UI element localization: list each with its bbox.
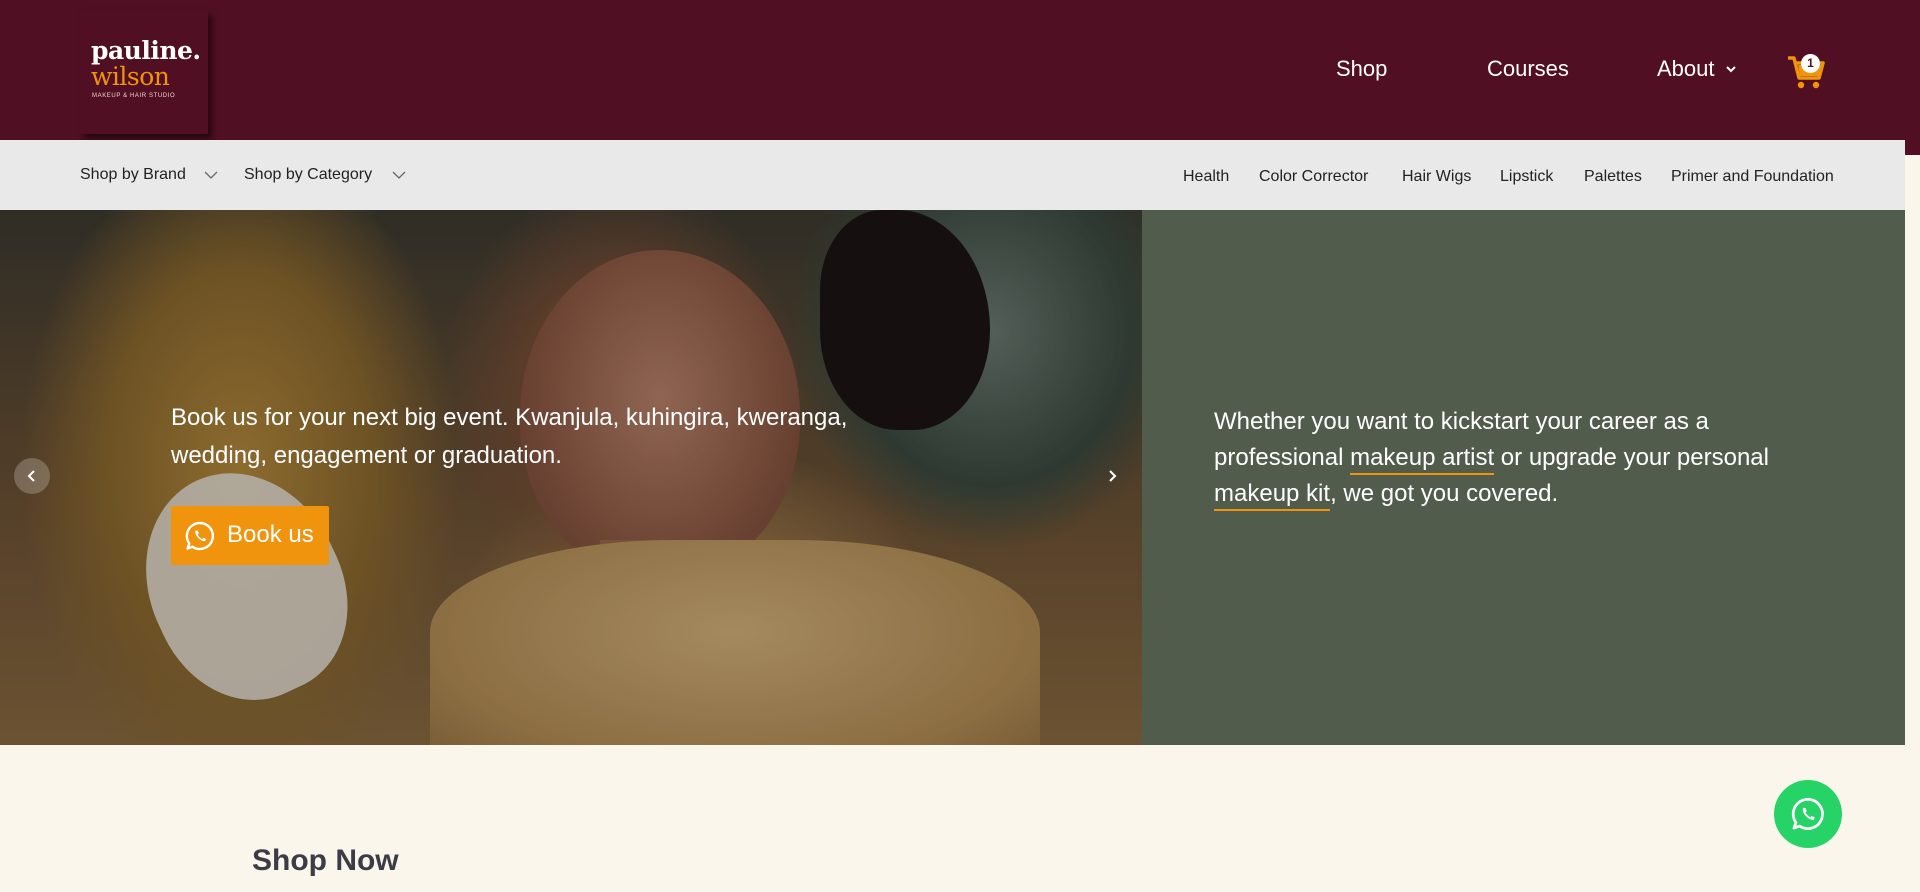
whatsapp-chat-button[interactable]	[1774, 780, 1842, 848]
sub-navigation: Shop by Brand Shop by Category Health Co…	[0, 140, 1905, 210]
logo-line2: wilson	[91, 62, 170, 91]
shop-by-category-dropdown[interactable]: Shop by Category	[244, 166, 372, 184]
tagline-text-middle: or upgrade your personal	[1494, 444, 1769, 471]
chevron-left-icon	[27, 470, 35, 482]
hero-carousel: Book us for your next big event. Kwanjul…	[0, 210, 1142, 745]
makeup-kit-link[interactable]: makeup kit	[1214, 480, 1331, 511]
category-link-primer-foundation[interactable]: Primer and Foundation	[1671, 168, 1834, 186]
makeup-artist-link[interactable]: makeup artist	[1350, 444, 1495, 475]
chevron-down-icon[interactable]	[203, 170, 219, 180]
hero-overlay	[0, 210, 1142, 745]
shop-by-brand-dropdown[interactable]: Shop by Brand	[80, 166, 186, 184]
courses-promo-panel: Whether you want to kickstart your caree…	[1142, 210, 1905, 745]
book-us-label: Book us	[227, 521, 314, 548]
chevron-right-icon	[1109, 470, 1117, 482]
hero-slide-text: Book us for your next big event. Kwanjul…	[171, 404, 848, 469]
cart-count-badge: 1	[1801, 54, 1820, 73]
nav-courses[interactable]: Courses	[1487, 56, 1569, 82]
nav-shop[interactable]: Shop	[1336, 56, 1387, 82]
nav-about[interactable]: About	[1657, 56, 1715, 82]
chevron-down-icon[interactable]	[391, 170, 407, 180]
book-us-button[interactable]: Book us	[171, 506, 329, 565]
tagline-text-end: , we got you covered.	[1330, 480, 1559, 507]
category-link-health[interactable]: Health	[1183, 168, 1229, 186]
carousel-next-button[interactable]	[1094, 458, 1130, 494]
site-logo[interactable]: pauline. wilson MAKEUP & HAIR STUDIO	[80, 10, 208, 134]
whatsapp-icon	[185, 521, 215, 551]
category-link-lipstick[interactable]: Lipstick	[1500, 168, 1553, 186]
courses-tagline: Whether you want to kickstart your caree…	[1214, 404, 1814, 512]
whatsapp-icon	[1791, 798, 1824, 830]
category-link-hair-wigs[interactable]: Hair Wigs	[1402, 168, 1471, 186]
scrollbar-thumb[interactable]	[1905, 0, 1920, 155]
category-link-color-corrector[interactable]: Color Corrector	[1259, 168, 1368, 186]
chevron-down-icon[interactable]	[1724, 64, 1738, 74]
category-link-palettes[interactable]: Palettes	[1584, 168, 1642, 186]
logo-tagline: MAKEUP & HAIR STUDIO	[92, 93, 176, 99]
carousel-prev-button[interactable]	[14, 458, 50, 494]
shop-now-heading: Shop Now	[252, 844, 399, 877]
site-header: pauline. wilson MAKEUP & HAIR STUDIO Sho…	[0, 0, 1905, 140]
logo-line1: pauline.	[91, 36, 201, 65]
